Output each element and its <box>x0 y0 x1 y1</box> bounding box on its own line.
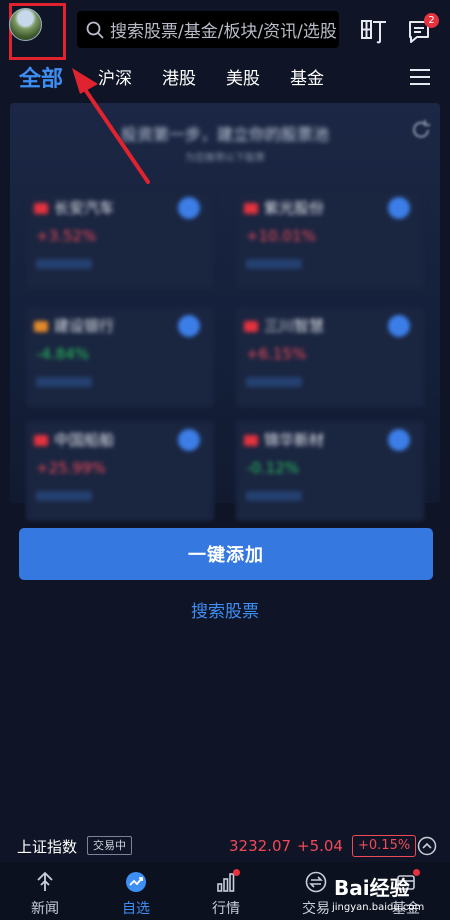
market-tag <box>34 203 48 214</box>
stock-card[interactable]: 锦华新材 -0.12% <box>236 421 424 521</box>
search-placeholder: 搜索股票/基金/板块/资讯/选股 <box>110 22 337 42</box>
market-tag <box>34 435 48 446</box>
stock-name: 长安汽车 <box>54 199 115 217</box>
watermark-text: Bai经验 <box>334 876 410 900</box>
tab-us-stocks[interactable]: 美股 <box>226 64 260 89</box>
stock-tag-bar <box>246 491 302 501</box>
trade-icon <box>305 871 327 893</box>
tab-shanghai-shenzhen[interactable]: 沪深 <box>98 64 132 89</box>
nav-label: 新闻 <box>31 901 59 917</box>
market-tabs: 全部 沪深 港股 美股 基金 <box>0 60 450 96</box>
notification-dot <box>233 869 240 876</box>
stock-name: 紫光股份 <box>264 199 325 217</box>
trading-status-badge: 交易中 <box>87 836 132 855</box>
add-stock-button[interactable] <box>388 197 410 219</box>
stock-tag-bar <box>36 491 92 501</box>
stock-change: +25.99% <box>36 459 106 477</box>
search-input[interactable]: 搜索股票/基金/板块/资讯/选股 <box>77 11 339 48</box>
search-icon <box>86 21 104 38</box>
nav-market[interactable]: 行情 <box>191 862 261 920</box>
watchlist-icon <box>126 872 146 892</box>
chevron-up-icon[interactable] <box>417 836 437 856</box>
message-button[interactable]: 2 <box>405 13 439 48</box>
stock-card[interactable]: 中国船舶 +25.99% <box>26 421 214 521</box>
market-tag <box>244 203 258 214</box>
add-stock-button[interactable] <box>388 429 410 451</box>
index-change: +5.04 <box>297 837 343 855</box>
one-click-add-button[interactable]: 一键添加 <box>19 528 433 580</box>
panel-subtitle: 为您推荐以下股票 <box>185 153 265 164</box>
stock-name: 中国船舶 <box>54 431 115 449</box>
stock-card[interactable]: 三川智慧 +6.15% <box>236 307 424 407</box>
stock-tag-bar <box>246 259 302 269</box>
nav-label: 自选 <box>122 901 150 917</box>
stock-change: -0.12% <box>246 459 300 477</box>
message-count-badge: 2 <box>424 13 439 28</box>
add-stock-button[interactable] <box>178 197 200 219</box>
search-stocks-link[interactable]: 搜索股票 <box>0 597 450 622</box>
market-tag <box>244 435 258 446</box>
stock-change: +10.01% <box>246 227 316 245</box>
stock-name: 建设银行 <box>54 317 115 335</box>
stock-card[interactable]: 建设银行 -4.84% <box>26 307 214 407</box>
news-icon <box>37 872 53 891</box>
watermark-url: jingyan.baidu.com <box>332 902 425 913</box>
tab-funds[interactable]: 基金 <box>290 64 324 89</box>
tab-all[interactable]: 全部 <box>19 61 63 93</box>
stock-change: +3.52% <box>36 227 97 245</box>
baidu-jingyan-watermark: Bai经验 jingyan.baidu.com <box>328 866 450 920</box>
index-change-percent: +0.15% <box>352 835 417 857</box>
refresh-icon[interactable] <box>410 119 432 141</box>
nav-watchlist[interactable]: 自选 <box>101 862 171 920</box>
recommended-stocks-panel: 投资第一步，建立你的股票池 为您推荐以下股票 长安汽车 +3.52% 紫光股份 … <box>10 103 440 521</box>
stock-name: 锦华新材 <box>264 431 325 449</box>
tab-hk-stocks[interactable]: 港股 <box>162 64 196 89</box>
nav-label: 行情 <box>212 901 240 917</box>
index-ticker[interactable]: 上证指数 交易中 3232.07 +5.04 +0.15% <box>0 832 450 860</box>
add-stock-button[interactable] <box>178 315 200 337</box>
avatar[interactable] <box>9 8 42 41</box>
add-stock-button[interactable] <box>178 429 200 451</box>
market-tag <box>244 321 258 332</box>
stock-card[interactable]: 紫光股份 +10.01% <box>236 189 424 289</box>
menu-icon[interactable] <box>408 67 432 87</box>
stock-tag-bar <box>36 259 92 269</box>
panel-title: 投资第一步，建立你的股票池 <box>120 125 329 144</box>
nav-news[interactable]: 新闻 <box>10 862 80 920</box>
stock-name: 三川智慧 <box>264 317 325 335</box>
add-stock-button[interactable] <box>388 315 410 337</box>
stock-tag-bar <box>246 377 302 387</box>
index-price: 3232.07 <box>229 837 292 855</box>
stock-change: +6.15% <box>246 345 307 363</box>
ding-app-icon[interactable] <box>360 17 388 45</box>
top-bar: 搜索股票/基金/板块/资讯/选股 2 <box>0 0 450 60</box>
stock-card[interactable]: 长安汽车 +3.52% <box>26 189 214 289</box>
stock-change: -4.84% <box>36 345 90 363</box>
stock-tag-bar <box>36 377 92 387</box>
market-tag <box>34 321 48 332</box>
index-name: 上证指数 <box>17 838 78 856</box>
